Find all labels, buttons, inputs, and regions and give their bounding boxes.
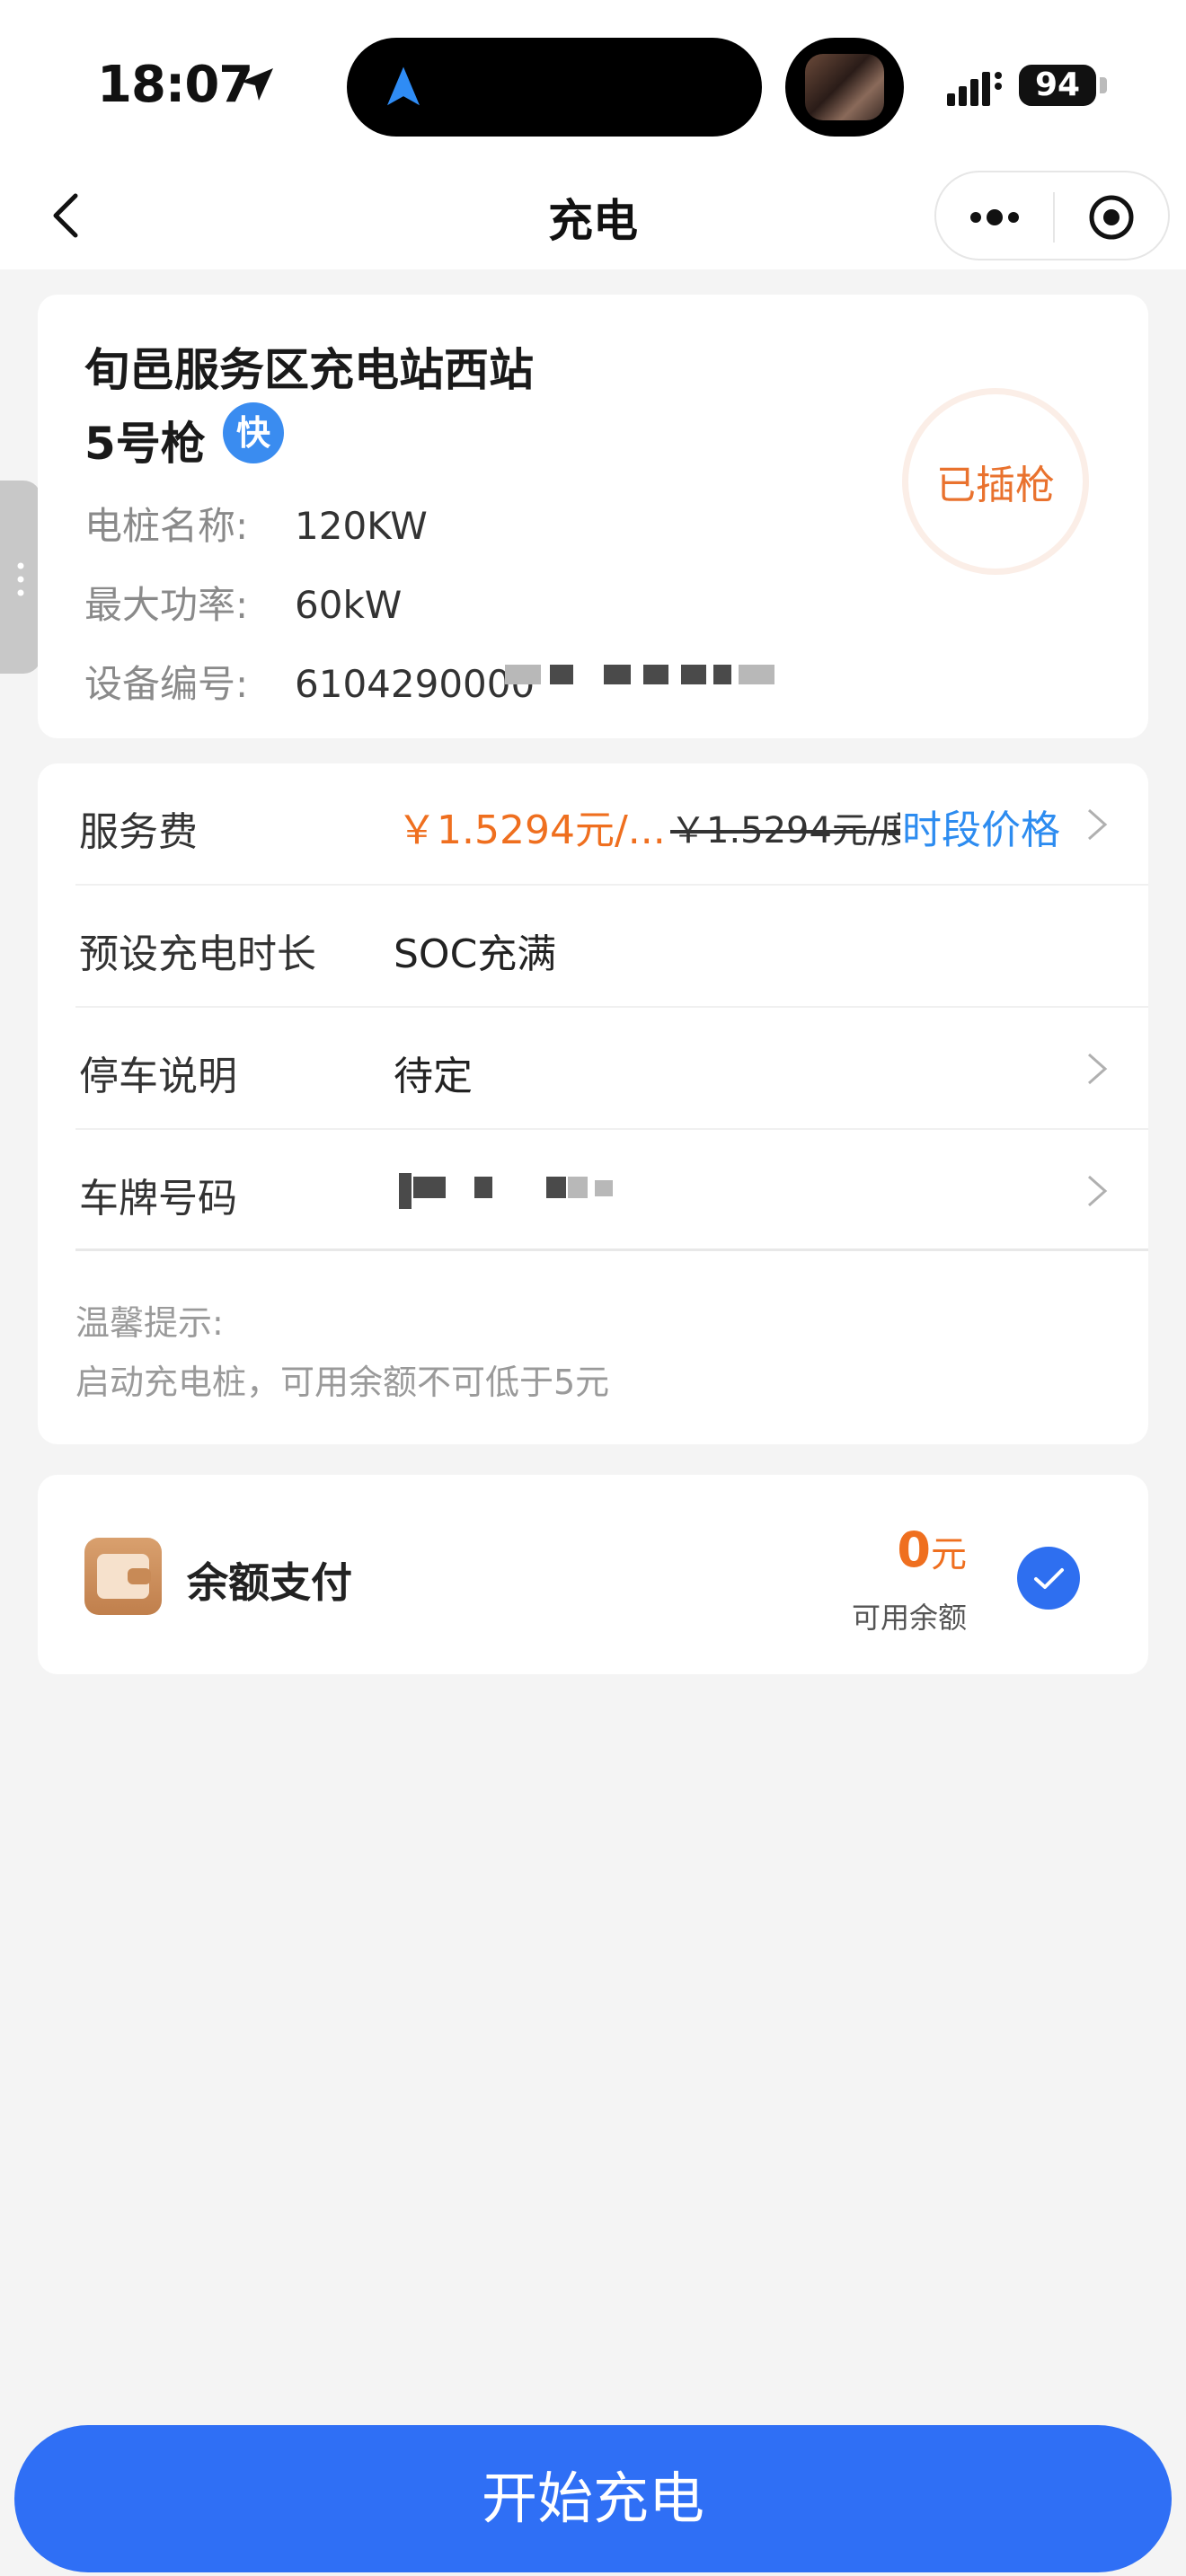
dynamic-island[interactable]	[347, 38, 762, 137]
side-drawer-handle[interactable]	[0, 481, 41, 674]
max-power-value: 60kW	[295, 583, 403, 627]
pile-name-row: 电桩名称: 120KW	[84, 496, 428, 551]
chevron-right-icon	[1088, 808, 1108, 841]
service-fee-label: 服务费	[79, 809, 198, 855]
balance-unit: 元	[931, 1534, 967, 1575]
redaction-block	[550, 665, 573, 684]
payment-method-label: 余额支付	[187, 1558, 352, 1607]
battery-tip	[1100, 77, 1107, 93]
station-card: 旬邑服务区充电站西站 5号枪 快 电桩名称: 120KW 最大功率: 60kW 设备…	[38, 295, 1148, 738]
more-dots-icon[interactable]	[956, 192, 1033, 243]
service-fee-row[interactable]: 服务费 ￥1.5294元/... ￥1.5294元/度 时段价格	[38, 763, 1148, 886]
media-thumbnail	[805, 54, 884, 120]
device-id-value: 6104290000	[295, 662, 535, 706]
redaction-block	[681, 665, 706, 684]
gun-name: 5号枪	[84, 418, 206, 470]
plug-status-text: 已插枪	[936, 463, 1055, 508]
mini-program-capsule	[934, 171, 1170, 260]
plate-label: 车牌号码	[79, 1176, 237, 1222]
redaction-block	[713, 665, 731, 684]
chevron-right-icon	[1088, 1053, 1108, 1085]
period-price-link[interactable]: 时段价格	[900, 798, 1060, 855]
tips-title: 温馨提示:	[75, 1303, 224, 1343]
original-price: ￥1.5294元/度	[670, 810, 916, 851]
redaction-block	[595, 1180, 613, 1196]
redaction-block	[474, 1177, 492, 1198]
chevron-right-icon	[1088, 1175, 1108, 1207]
current-price: ￥1.5294元/...	[397, 807, 666, 853]
device-id-row: 设备编号: 6104290000	[84, 654, 535, 709]
plate-row[interactable]: 车牌号码	[38, 1130, 1148, 1252]
plug-status-ring: 已插枪	[902, 388, 1089, 575]
target-icon[interactable]	[1073, 192, 1150, 243]
payment-card[interactable]: 余额支付 0元 可用余额	[38, 1475, 1148, 1674]
signal-icon	[947, 72, 1002, 106]
duration-label: 预设充电时长	[79, 931, 316, 977]
balance-label: 可用余额	[851, 1601, 967, 1635]
parking-label: 停车说明	[79, 1054, 237, 1099]
fast-charge-badge: 快	[223, 402, 284, 463]
pile-name-label: 电桩名称:	[84, 504, 249, 548]
tips-text: 启动充电桩，可用余额不可低于5元	[75, 1363, 610, 1402]
status-time: 18:07	[97, 56, 253, 114]
device-id-label: 设备编号:	[84, 662, 249, 706]
duration-row[interactable]: 预设充电时长 SOC充满	[38, 886, 1148, 1008]
redaction-block	[399, 1173, 412, 1209]
charging-options-card: 服务费 ￥1.5294元/... ￥1.5294元/度 时段价格 预设充电时长 …	[38, 763, 1148, 1444]
navigation-icon	[387, 66, 420, 106]
parking-row[interactable]: 停车说明 待定	[38, 1008, 1148, 1130]
redaction-block	[505, 665, 541, 684]
max-power-row: 最大功率: 60kW	[84, 575, 402, 630]
nav-bar: 充电	[0, 162, 1186, 269]
battery-indicator: 94	[1019, 65, 1096, 106]
redaction-block	[604, 665, 631, 684]
redaction-block	[643, 665, 668, 684]
redaction-block	[413, 1177, 446, 1198]
charging-page: 18:07 94 充电 旬邑服务区充电站西站 5号枪 快 电桩名称: 120KW…	[0, 0, 1186, 2576]
balance-amount-group: 0元	[897, 1522, 967, 1578]
checkmark-icon	[1034, 1568, 1064, 1589]
parking-value: 待定	[394, 1054, 473, 1099]
pile-name-value: 120KW	[295, 504, 428, 548]
balance-amount: 0	[897, 1522, 931, 1578]
location-arrow-icon	[241, 68, 273, 101]
capsule-divider	[1053, 192, 1055, 243]
wallet-icon	[84, 1538, 162, 1615]
redaction-block	[546, 1177, 566, 1198]
tips-divider	[75, 1248, 1148, 1251]
max-power-label: 最大功率:	[84, 583, 249, 627]
redaction-block	[568, 1177, 588, 1198]
media-bubble[interactable]	[785, 38, 904, 137]
station-name: 旬邑服务区充电站西站	[84, 344, 534, 396]
status-bar: 18:07 94	[0, 0, 1186, 162]
duration-value: SOC充满	[394, 931, 557, 977]
redaction-block	[739, 665, 774, 684]
payment-selected-checkbox[interactable]	[1017, 1547, 1080, 1610]
vertical-dots-icon	[17, 562, 24, 596]
start-charging-button[interactable]: 开始充电	[14, 2425, 1172, 2572]
